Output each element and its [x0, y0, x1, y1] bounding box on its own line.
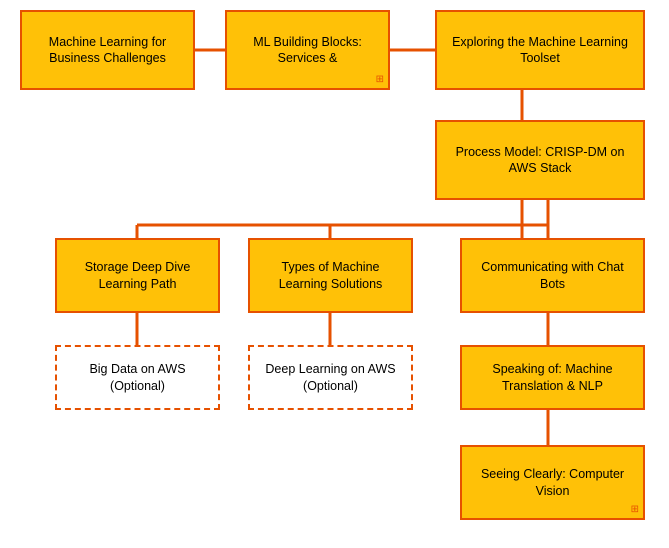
node-deep-learning[interactable]: Deep Learning on AWS (Optional): [248, 345, 413, 410]
expand-icon-building[interactable]: ⊞: [376, 73, 384, 86]
flowchart-diagram: Machine Learning for Business Challenges…: [0, 0, 669, 548]
node-types-ml[interactable]: Types of Machine Learning Solutions: [248, 238, 413, 313]
node-crisp-dm[interactable]: Process Model: CRISP-DM on AWS Stack: [435, 120, 645, 200]
node-chat-bots[interactable]: Communicating with Chat Bots: [460, 238, 645, 313]
node-big-data[interactable]: Big Data on AWS (Optional): [55, 345, 220, 410]
node-ml-business[interactable]: Machine Learning for Business Challenges: [20, 10, 195, 90]
expand-icon-vision[interactable]: ⊞: [631, 503, 639, 516]
node-ml-building[interactable]: ML Building Blocks: Services & ⊞: [225, 10, 390, 90]
node-machine-translation[interactable]: Speaking of: Machine Translation & NLP: [460, 345, 645, 410]
node-storage[interactable]: Storage Deep Dive Learning Path: [55, 238, 220, 313]
node-computer-vision[interactable]: Seeing Clearly: Computer Vision ⊞: [460, 445, 645, 520]
node-exploring[interactable]: Exploring the Machine Learning Toolset: [435, 10, 645, 90]
